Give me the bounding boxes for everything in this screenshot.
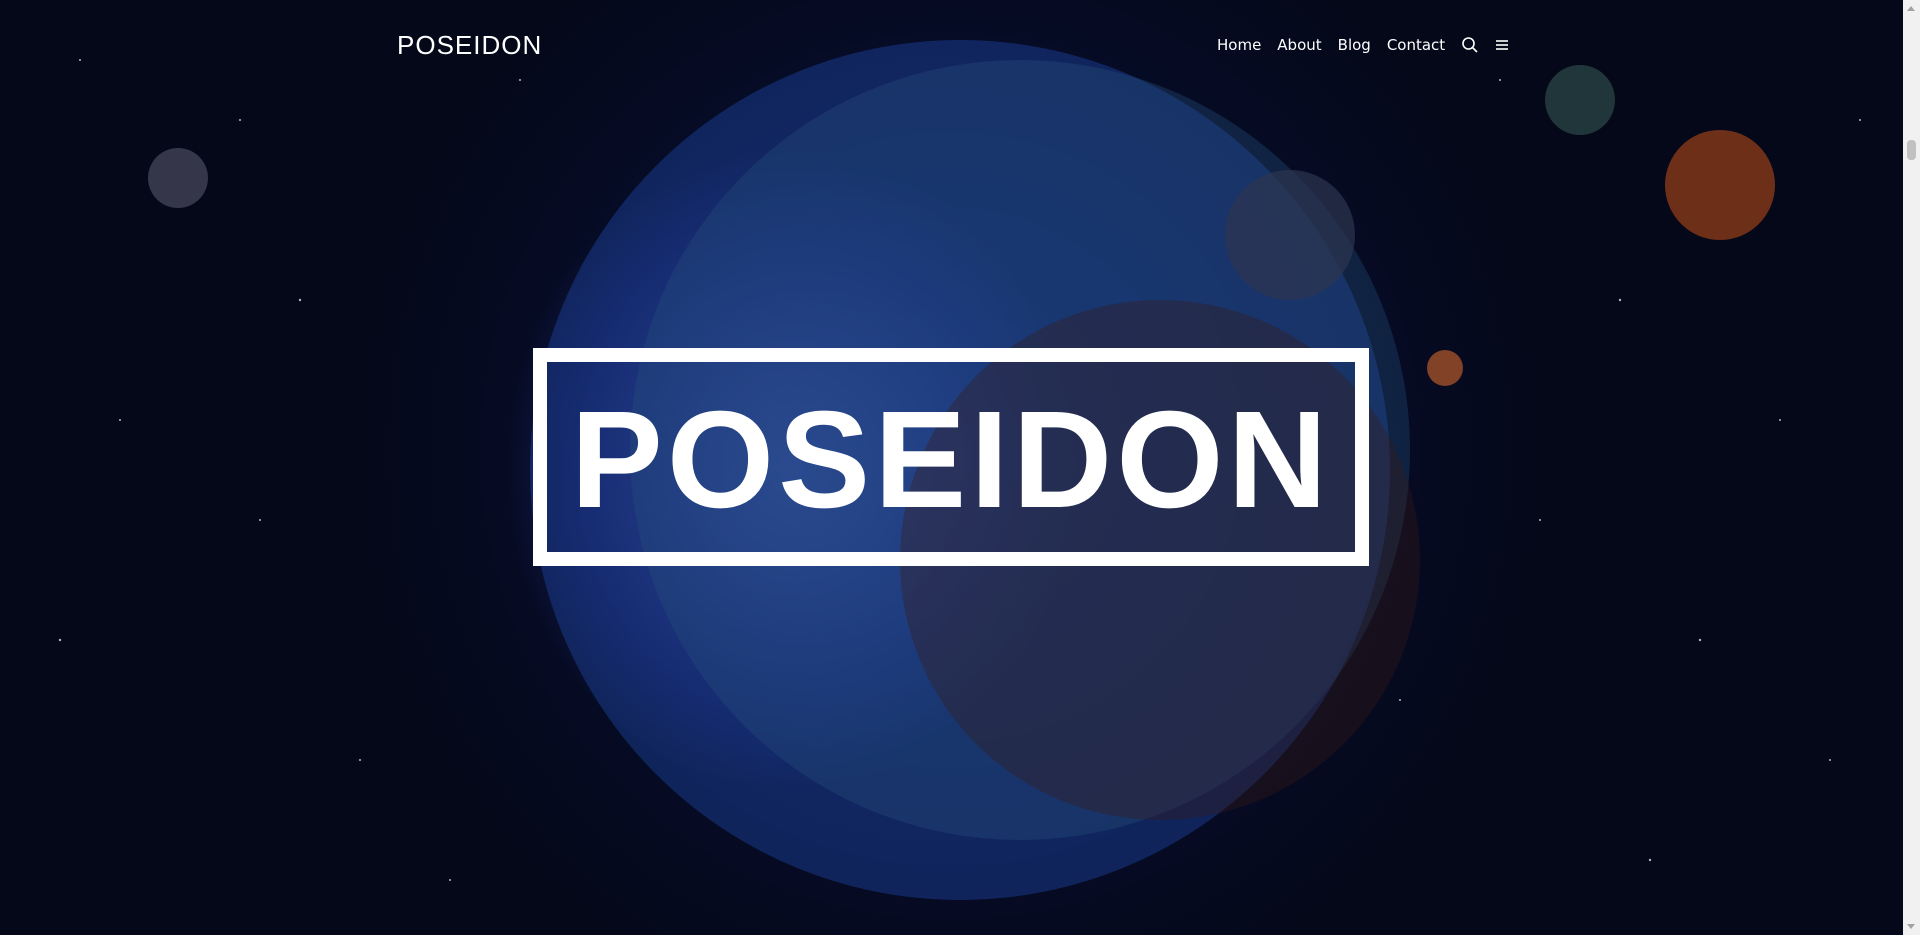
nav-link-blog[interactable]: Blog <box>1338 36 1371 54</box>
vertical-scrollbar[interactable] <box>1903 0 1920 935</box>
main-nav: Home About Blog Contact <box>1217 36 1525 54</box>
nav-link-about[interactable]: About <box>1277 36 1321 54</box>
hero-title-frame: POSEIDON <box>533 348 1369 566</box>
site-logo[interactable]: POSEIDON <box>397 30 542 61</box>
page: POSEIDON Home About Blog Contact POSEIDO… <box>0 0 1920 935</box>
search-icon[interactable] <box>1461 36 1479 54</box>
scrollbar-thumb[interactable] <box>1907 140 1916 160</box>
nav-link-contact[interactable]: Contact <box>1387 36 1445 54</box>
menu-icon[interactable] <box>1493 36 1511 54</box>
top-navigation-bar: POSEIDON Home About Blog Contact <box>0 0 1903 92</box>
hero-title: POSEIDON <box>570 383 1332 537</box>
nav-link-home[interactable]: Home <box>1217 36 1261 54</box>
scroll-down-arrow-icon[interactable] <box>1907 924 1915 929</box>
scroll-up-arrow-icon[interactable] <box>1907 6 1915 11</box>
